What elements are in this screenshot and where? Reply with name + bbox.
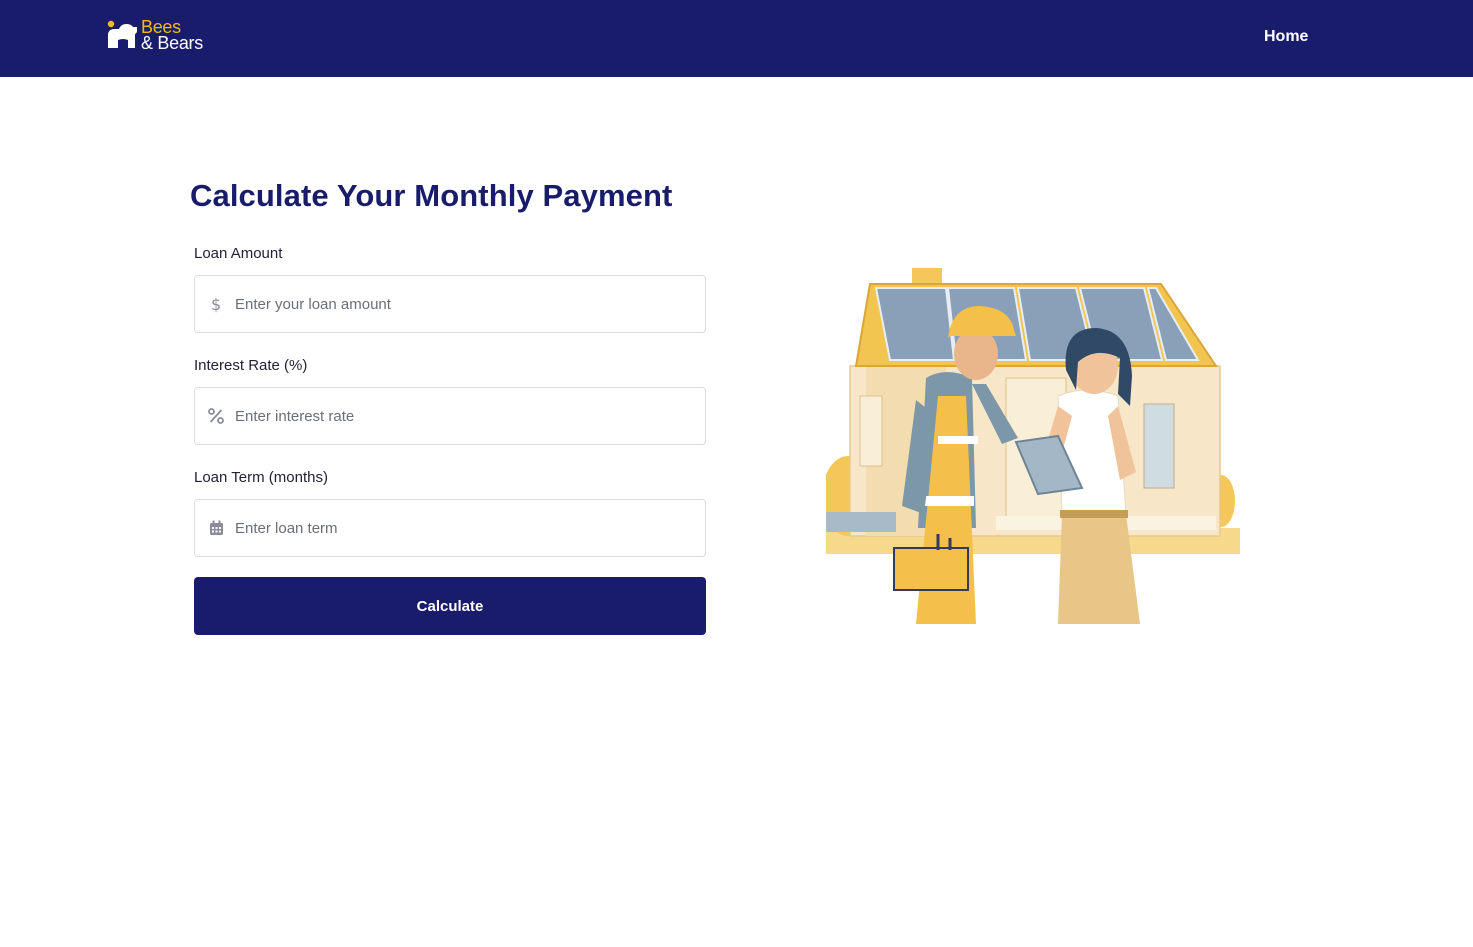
calculate-button[interactable]: Calculate bbox=[194, 577, 706, 635]
brand-logo[interactable]: Bees & Bears bbox=[107, 17, 217, 53]
logo-line-bears: & Bears bbox=[141, 33, 203, 53]
interest-rate-field[interactable] bbox=[194, 387, 706, 445]
svg-text:$: $ bbox=[211, 295, 221, 313]
loan-amount-field[interactable]: $ bbox=[194, 275, 706, 333]
dollar-icon: $ bbox=[195, 275, 235, 333]
interest-rate-input[interactable] bbox=[235, 388, 705, 444]
top-navbar: Bees & Bears Home bbox=[0, 0, 1473, 77]
calendar-icon bbox=[195, 499, 235, 557]
nav-home-link[interactable]: Home bbox=[1264, 28, 1308, 46]
percent-icon bbox=[195, 387, 235, 445]
solar-house-illustration bbox=[826, 268, 1240, 624]
loan-term-field[interactable] bbox=[194, 499, 706, 557]
loan-amount-label: Loan Amount bbox=[194, 245, 283, 262]
bear-logo-icon bbox=[107, 20, 137, 48]
loan-amount-input[interactable] bbox=[235, 276, 705, 332]
loan-term-input[interactable] bbox=[235, 500, 705, 556]
interest-rate-label: Interest Rate (%) bbox=[194, 357, 308, 374]
loan-term-label: Loan Term (months) bbox=[194, 469, 328, 486]
logo-text: Bees & Bears bbox=[141, 18, 203, 53]
page-title: Calculate Your Monthly Payment bbox=[190, 178, 673, 213]
